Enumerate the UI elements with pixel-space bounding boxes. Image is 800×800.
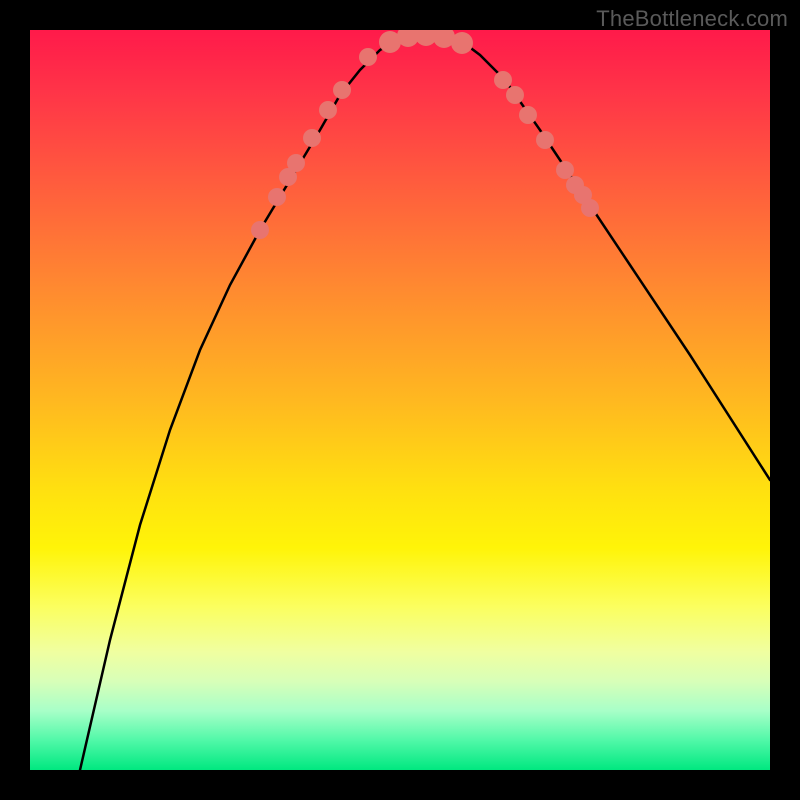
data-marker <box>333 81 351 99</box>
chart-container: TheBottleneck.com <box>0 0 800 800</box>
data-marker <box>451 32 473 54</box>
data-marker <box>251 221 269 239</box>
data-marker <box>556 161 574 179</box>
data-marker <box>506 86 524 104</box>
data-marker <box>359 48 377 66</box>
data-marker <box>581 199 599 217</box>
data-marker <box>536 131 554 149</box>
bottleneck-curve <box>80 33 770 770</box>
plot-area <box>30 30 770 770</box>
watermark-text: TheBottleneck.com <box>596 6 788 32</box>
data-marker <box>287 154 305 172</box>
data-marker <box>519 106 537 124</box>
data-marker <box>268 188 286 206</box>
curve-overlay <box>30 30 770 770</box>
data-marker <box>303 129 321 147</box>
data-marker <box>319 101 337 119</box>
data-marker <box>494 71 512 89</box>
